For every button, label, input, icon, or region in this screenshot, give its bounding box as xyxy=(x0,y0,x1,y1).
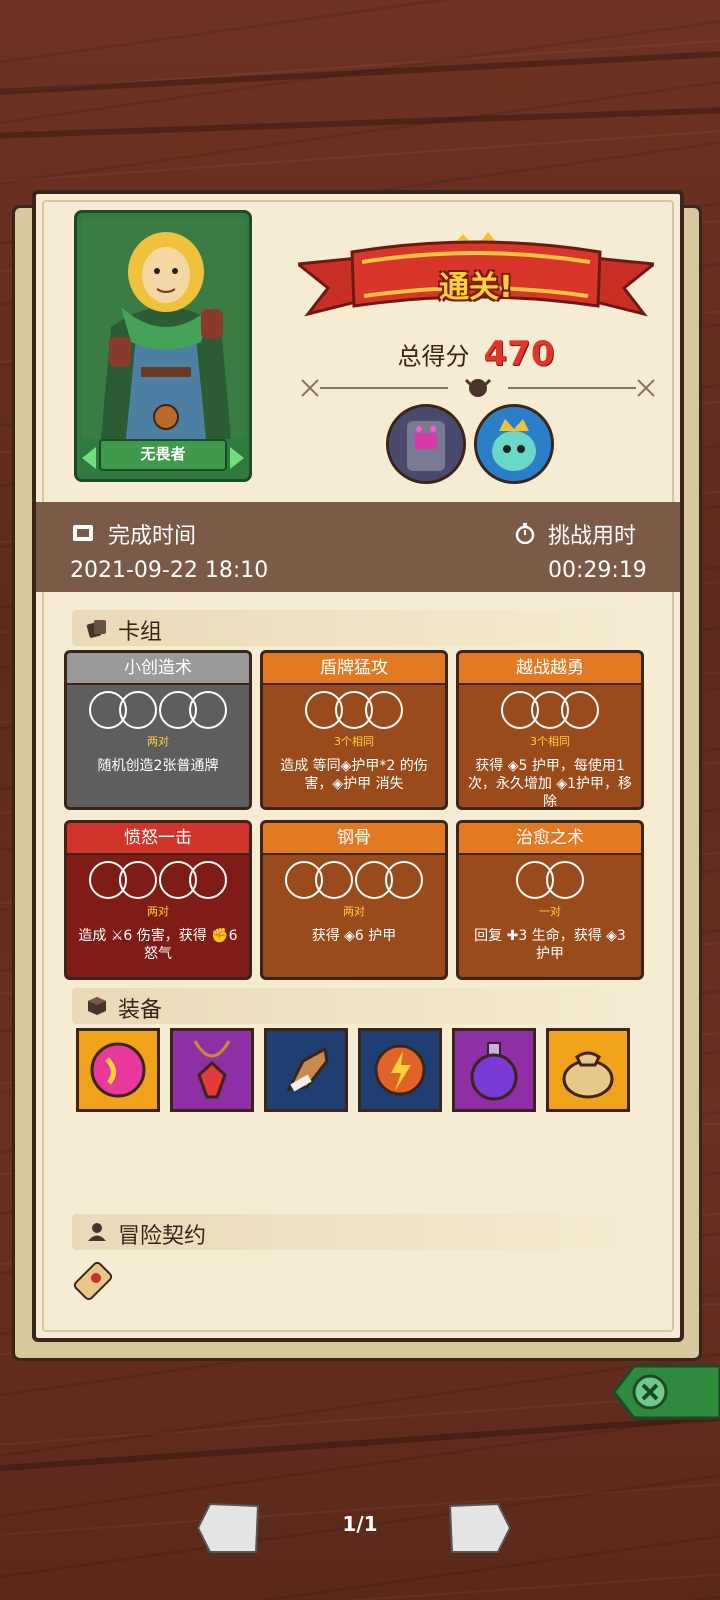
skill-card[interactable]: 治愈之术 一对 回复 ✚3 生命，获得 ◈3 护甲 xyxy=(456,820,644,980)
hero-card[interactable]: 无畏者 xyxy=(74,210,252,482)
cube-icon xyxy=(88,997,106,1015)
stopwatch-icon xyxy=(515,523,535,544)
card-title: 治愈之术 xyxy=(459,823,641,855)
chevron-right-icon xyxy=(230,447,244,469)
skill-card[interactable]: 小创造术 两对 随机创造2张普通牌 xyxy=(64,650,252,810)
equipment-label: 装备 xyxy=(118,998,163,1023)
skill-card[interactable]: 愤怒一击 两对 造成 ⚔6 伤害，获得 ✊6 怒气 xyxy=(64,820,252,980)
equipment-item-lightning-orb[interactable] xyxy=(358,1028,442,1112)
card-title: 小创造术 xyxy=(67,653,249,685)
deck-label: 卡组 xyxy=(118,620,163,645)
card-condition: 3个相同 xyxy=(334,735,374,748)
total-score: 总得分 470 xyxy=(298,334,654,374)
card-description: 造成 ⚔6 伤害，获得 ✊6 怒气 xyxy=(78,928,238,962)
card-description: 获得 ◈5 护甲，每使用1次，永久增加 ◈1护甲，移除 xyxy=(467,758,633,810)
film-icon xyxy=(73,525,93,541)
challenge-time-value: 00:29:19 xyxy=(548,558,647,583)
card-description: 造成 等同◈护甲*2 的伤害，◈护甲 消失 xyxy=(280,758,428,792)
card-title: 盾牌猛攻 xyxy=(263,653,445,685)
equipment-item-pink-orb[interactable] xyxy=(76,1028,160,1112)
card-condition: 两对 xyxy=(147,735,169,748)
deck-header: 卡组 xyxy=(72,610,636,646)
dice-slots xyxy=(459,861,641,903)
victory-banner: 通关! xyxy=(294,222,658,332)
equipment-header: 装备 xyxy=(72,988,636,1024)
equipment-item-amulet[interactable] xyxy=(170,1028,254,1112)
card-description: 回复 ✚3 生命，获得 ◈3 护甲 xyxy=(474,928,626,962)
complete-time-label: 完成时间 xyxy=(108,524,197,549)
chevron-left-icon xyxy=(82,447,96,469)
dice-slots xyxy=(263,861,445,903)
challenge-time-label: 挑战用时 xyxy=(548,524,637,549)
card-condition: 一对 xyxy=(539,905,561,918)
card-description: 获得 ◈6 护甲 xyxy=(311,928,397,944)
card-title: 越战越勇 xyxy=(459,653,641,685)
prev-page-button[interactable] xyxy=(196,1500,260,1556)
card-condition: 3个相同 xyxy=(530,735,570,748)
boss-portrait-2[interactable] xyxy=(474,404,554,484)
hero-name: 无畏者 xyxy=(99,439,227,471)
card-title: 钢骨 xyxy=(263,823,445,855)
card-condition: 两对 xyxy=(343,905,365,918)
skill-card[interactable]: 钢骨 两对 获得 ◈6 护甲 xyxy=(260,820,448,980)
page-indicator: 1/1 xyxy=(342,1512,378,1536)
result-panel: 无畏者 通关! 总得分 470 完成时间 2021-09-22 18:10 挑战… xyxy=(32,190,684,1342)
cards-icon xyxy=(86,620,106,638)
equipment-item-potion[interactable] xyxy=(452,1028,536,1112)
card-title: 愤怒一击 xyxy=(67,823,249,855)
scroll-icon[interactable] xyxy=(66,1256,120,1310)
skill-card[interactable]: 越战越勇 3个相同 获得 ◈5 护甲，每使用1次，永久增加 ◈1护甲，移除 xyxy=(456,650,644,810)
score-value: 470 xyxy=(483,334,555,374)
contract-header: 冒险契约 xyxy=(72,1214,636,1250)
equipment-item-horn[interactable] xyxy=(264,1028,348,1112)
dice-slots xyxy=(67,861,249,903)
time-bar: 完成时间 2021-09-22 18:10 挑战用时 00:29:19 xyxy=(36,502,680,592)
score-label: 总得分 xyxy=(397,342,470,371)
dice-slots xyxy=(67,691,249,733)
hero-portrait xyxy=(81,217,245,439)
boss-portrait-1[interactable] xyxy=(386,404,466,484)
complete-time-value: 2021-09-22 18:10 xyxy=(70,558,269,583)
equipment-item-gold-sack[interactable] xyxy=(546,1028,630,1112)
next-page-button[interactable] xyxy=(448,1500,512,1556)
dice-slots xyxy=(459,691,641,733)
skill-card[interactable]: 盾牌猛攻 3个相同 造成 等同◈护甲*2 的伤害，◈护甲 消失 xyxy=(260,650,448,810)
contract-label: 冒险契约 xyxy=(118,1224,207,1249)
card-description: 随机创造2张普通牌 xyxy=(97,758,219,774)
victory-title: 通关! xyxy=(439,270,513,305)
close-button[interactable] xyxy=(600,1362,720,1422)
person-icon xyxy=(88,1223,106,1241)
dice-slots xyxy=(263,691,445,733)
boss-divider xyxy=(298,376,658,400)
card-condition: 两对 xyxy=(147,905,169,918)
